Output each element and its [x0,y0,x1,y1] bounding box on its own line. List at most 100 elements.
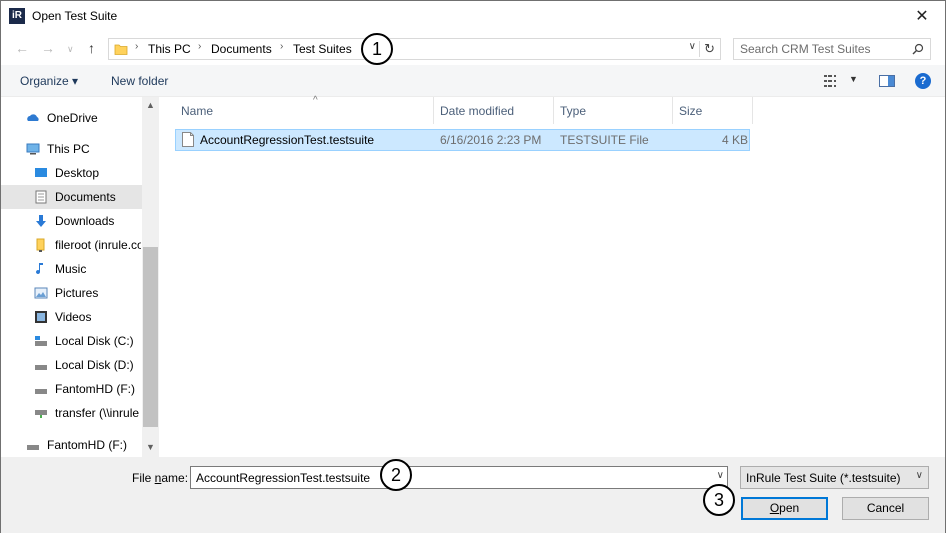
nav-item-label: Desktop [55,166,100,180]
network-folder-icon [36,238,45,252]
view-options-icon[interactable] [824,75,840,87]
nav-pane-scrollbar[interactable]: ▲ ▼ [142,97,159,457]
drive-icon [35,336,47,346]
file-type-select[interactable]: InRule Test Suite (*.testsuite) ∨ [740,466,929,489]
nav-item-label: Music [55,262,87,276]
nav-item-transfer[interactable]: transfer (\\inrule [1,401,142,425]
nav-item-documents[interactable]: Documents [1,185,142,209]
drive-icon [35,389,47,394]
nav-item-label: Local Disk (D:) [55,358,134,372]
nav-item-fileroot[interactable]: fileroot (inrule.co [1,233,142,257]
documents-icon [35,190,47,204]
column-header-label: Size [679,104,703,118]
computer-icon [26,143,40,155]
scroll-up-icon[interactable]: ▲ [146,100,155,110]
nav-item-desktop[interactable]: Desktop [1,161,142,185]
nav-item-downloads[interactable]: Downloads [1,209,142,233]
nav-item-label: FantomHD (F:) [47,438,128,452]
close-button[interactable]: ✕ [899,1,945,31]
column-header-type[interactable]: Type [554,97,673,124]
file-name-value: AccountRegressionTest.testsuite [196,471,371,485]
nav-item-label: OneDrive [47,111,98,125]
column-header-name[interactable]: Name ^ [175,95,434,124]
navigation-pane: OneDrive This PC Desktop Documents Downl… [1,97,159,457]
callout-badge-2: 2 [380,459,412,491]
nav-item-label: Local Disk (C:) [55,334,134,348]
preview-pane-icon[interactable] [879,75,895,87]
folder-icon [114,44,128,55]
cancel-button[interactable]: Cancel [842,497,929,520]
file-date-modified: 6/16/2016 2:23 PM [440,133,542,147]
desktop-icon [35,168,47,177]
open-file-dialog: iR Open Test Suite ✕ ← → ∨ ↑ › This PC ›… [0,0,946,533]
help-icon[interactable]: ? [915,73,931,89]
sort-ascending-icon: ^ [313,95,318,106]
callout-badge-3: 3 [703,484,735,516]
file-name-label: File name: [132,471,189,485]
breadcrumb-documents[interactable]: Documents [211,42,272,56]
column-header-label: Name [181,104,214,118]
file-list: Name ^ Date modified Type Size AccountRe… [160,95,945,457]
nav-item-label: transfer (\\inrule [55,406,140,420]
nav-item-fantomhd-f-root[interactable]: FantomHD (F:) [1,433,142,457]
nav-item-onedrive[interactable]: OneDrive [1,106,142,130]
file-type-value: InRule Test Suite (*.testsuite) [746,471,901,485]
file-type: TESTSUITE File [560,133,649,147]
title-bar: iR Open Test Suite ✕ [1,1,945,32]
music-icon [36,263,43,275]
view-dropdown-icon[interactable]: ▼ [849,74,858,84]
file-name: AccountRegressionTest.testsuite [200,133,375,147]
nav-item-videos[interactable]: Videos [1,305,142,329]
file-name-input[interactable]: AccountRegressionTest.testsuite ∨ [190,466,728,489]
nav-item-label: Documents [55,190,116,204]
address-row: ← → ∨ ↑ › This PC › Documents › Test Sui… [1,32,945,65]
breadcrumb-separator-icon: › [280,41,284,52]
nav-item-label: Videos [55,310,92,324]
drive-icon [35,365,47,370]
refresh-icon[interactable]: ↻ [699,41,715,57]
breadcrumb-separator-icon: › [135,41,139,52]
recent-locations-chevron-icon[interactable]: ∨ [67,44,74,55]
nav-item-label: Pictures [55,286,99,300]
nav-item-this-pc[interactable]: This PC [1,137,142,161]
file-size: 4 KB [722,133,749,147]
back-arrow-icon[interactable]: ← [15,40,29,56]
address-dropdown-icon[interactable]: ∨ [689,41,696,52]
address-bar[interactable]: › This PC › Documents › Test Suites ∨ ↻ [108,38,721,60]
nav-item-music[interactable]: Music [1,257,142,281]
drive-icon [27,445,39,450]
command-toolbar: Organize ▾ New folder ▼ ? [1,65,945,97]
nav-item-label: Downloads [55,214,115,228]
chevron-down-icon[interactable]: ∨ [717,470,724,481]
organize-button[interactable]: Organize ▾ [20,74,78,88]
breadcrumb-this-pc[interactable]: This PC [148,42,191,56]
search-box[interactable]: Search CRM Test Suites [733,38,931,60]
open-button[interactable]: Open [741,497,828,520]
breadcrumb-test-suites[interactable]: Test Suites [293,42,352,56]
window-title: Open Test Suite [32,9,118,23]
column-header-label: Type [560,104,587,118]
new-folder-button[interactable]: New folder [111,74,168,88]
onedrive-icon [27,114,39,121]
nav-item-local-disk-c[interactable]: Local Disk (C:) [1,329,142,353]
nav-item-pictures[interactable]: Pictures [1,281,142,305]
search-icon [912,43,924,55]
nav-item-label: FantomHD (F:) [55,382,136,396]
scroll-down-icon[interactable]: ▼ [146,442,155,452]
column-header-size[interactable]: Size [673,97,753,124]
videos-icon [35,311,47,323]
breadcrumb-separator-icon: › [198,41,202,52]
app-logo-icon: iR [9,8,25,24]
file-row[interactable]: AccountRegressionTest.testsuite 6/16/201… [175,129,750,151]
nav-item-local-disk-d[interactable]: Local Disk (D:) [1,353,142,377]
dialog-footer: File name: AccountRegressionTest.testsui… [1,457,945,533]
up-arrow-icon[interactable]: ↑ [88,40,95,56]
column-header-date-modified[interactable]: Date modified [434,97,554,124]
scrollbar-thumb[interactable] [143,247,158,427]
search-placeholder: Search CRM Test Suites [740,42,871,56]
nav-item-label: fileroot (inrule.co [55,238,141,252]
forward-arrow-icon[interactable]: → [41,40,55,56]
pictures-icon [34,287,48,299]
nav-item-label: This PC [47,142,90,156]
nav-item-fantomhd-f[interactable]: FantomHD (F:) [1,377,142,401]
